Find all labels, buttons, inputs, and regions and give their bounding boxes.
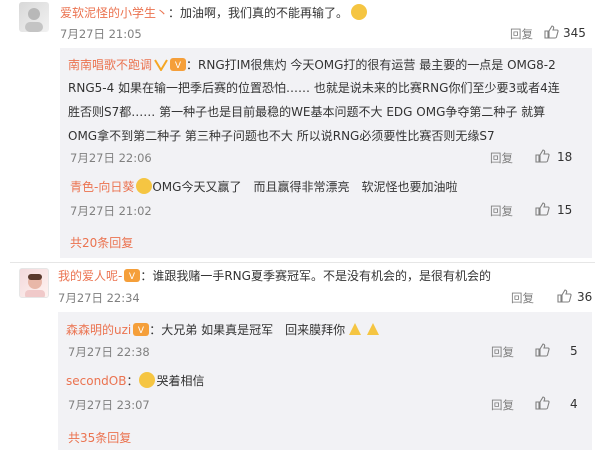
reply-button[interactable]: 回复 <box>491 397 514 413</box>
reply-text: 哭着相信 <box>156 374 205 388</box>
like-icon[interactable] <box>534 395 550 411</box>
svg-text:V: V <box>129 272 136 282</box>
reply-button[interactable]: 回复 <box>491 344 514 360</box>
reply-button[interactable]: 回复 <box>511 290 534 306</box>
comment-text: ：加油啊，我们真的不能再输了。 <box>168 6 349 20</box>
reply-button[interactable]: 回复 <box>490 150 513 166</box>
reply-text-line: OMG拿不到第二种子 第三种子问题也不大 所以说RNG必须要性比赛否则无缘S7 <box>68 129 495 143</box>
comment-username[interactable]: 我的爱人呢- <box>58 269 122 283</box>
reply-button[interactable]: 回复 <box>490 203 513 219</box>
svg-text:V: V <box>175 61 182 71</box>
avatar[interactable] <box>19 2 49 32</box>
reply-username[interactable]: 森森明的uzi <box>66 323 131 337</box>
comment-text: ：谁跟我赌一手RNG夏季赛冠军。不是没有机会的，是很有机会的 <box>140 269 491 283</box>
reply-text-line: 胜否则S7都…… 第一种子也是目前最稳的WE基本问题不大 EDG OMG争夺第二… <box>68 105 546 119</box>
pensive-emoji-icon <box>351 4 368 20</box>
laugh-emoji-icon <box>136 178 153 194</box>
like-icon[interactable] <box>543 24 559 40</box>
like-icon[interactable] <box>556 288 572 304</box>
reply-separator: ： <box>126 374 139 388</box>
worship-emoji-icon <box>347 320 383 339</box>
reply-username[interactable]: 青色-向日葵 <box>70 180 134 194</box>
svg-text:V: V <box>138 326 145 336</box>
comment-time: 7月27日 21:05 <box>60 27 142 41</box>
avatar[interactable] <box>19 268 49 298</box>
member-badge-icon: V <box>170 57 187 77</box>
like-count: 15 <box>557 203 573 217</box>
comment-time: 7月27日 22:34 <box>58 291 140 305</box>
like-icon[interactable] <box>534 148 550 164</box>
reply-text-line: ：RNG打IM很焦灼 今天OMG打的很有运营 最主要的一点是 OMG8-2 <box>186 58 556 72</box>
comment-username[interactable]: 爱软泥怪的小学生丶 <box>60 6 168 20</box>
like-icon[interactable] <box>534 201 550 217</box>
member-badge-icon: V <box>133 323 150 339</box>
reply-text: ：大兄弟 如果真是冠军 回来膜拜你 <box>149 323 346 337</box>
reply-username[interactable]: 南南唱歌不跑调 <box>68 58 152 72</box>
reply-text-line: RNG5-4 如果在输一把季后赛的位置恐怕…… 也就是说未来的比赛RNG你们至少… <box>68 81 560 95</box>
like-count: 4 <box>570 397 578 411</box>
divider <box>10 262 595 263</box>
member-badge-icon: V <box>124 269 141 285</box>
view-more-replies-link[interactable]: 共20条回复 <box>70 234 133 251</box>
like-count: 36 <box>577 290 593 304</box>
reply-button[interactable]: 回复 <box>510 26 533 42</box>
reply-time: 7月27日 23:07 <box>68 398 150 412</box>
like-count: 345 <box>563 26 586 40</box>
verified-badge-icon <box>154 57 168 77</box>
laugh-cry-emoji-icon <box>138 372 155 388</box>
reply-time: 7月27日 21:02 <box>70 204 152 218</box>
like-count: 5 <box>570 344 578 358</box>
view-more-replies-link[interactable]: 共35条回复 <box>68 429 131 446</box>
reply-time: 7月27日 22:38 <box>68 345 150 359</box>
reply-text: OMG今天又赢了 而且赢得非常漂亮 软泥怪也要加油啦 <box>152 180 458 194</box>
reply-username[interactable]: secondOB <box>66 374 126 388</box>
like-icon[interactable] <box>534 342 550 358</box>
like-count: 18 <box>557 150 573 164</box>
reply-time: 7月27日 22:06 <box>70 151 152 165</box>
